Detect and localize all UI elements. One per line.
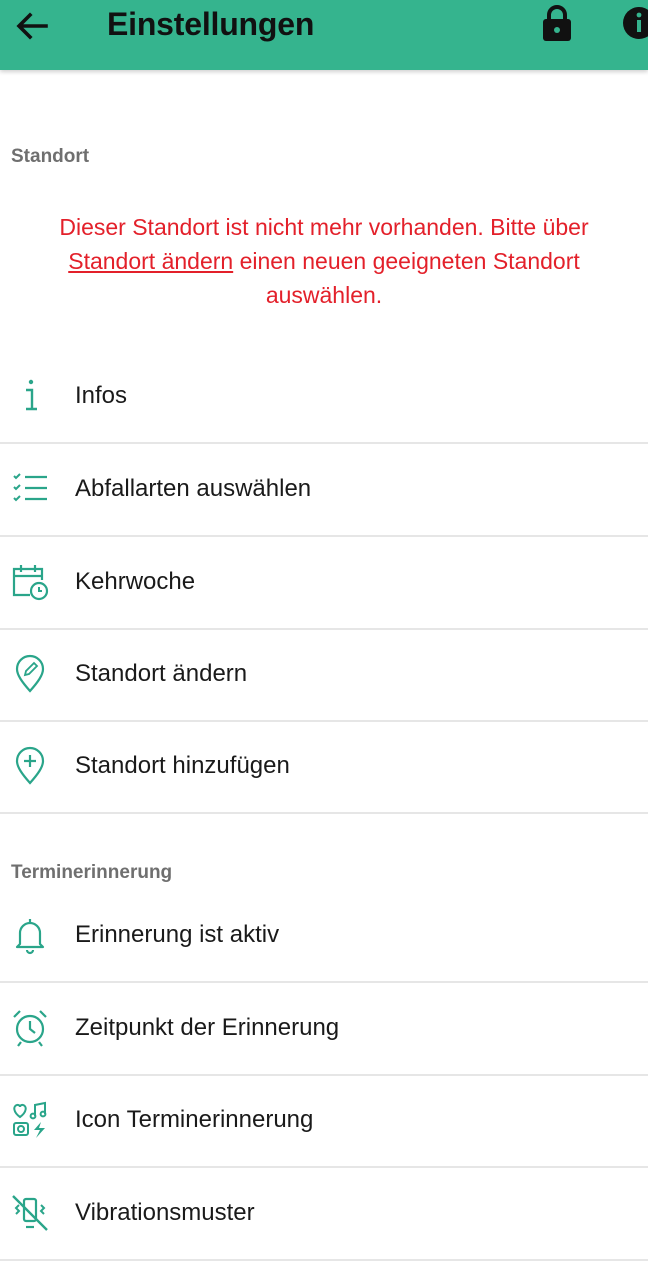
settings-item-standort-aendern[interactable]: Standort ändern <box>0 628 648 722</box>
settings-item-erinnerung-aktiv[interactable]: Erinnerung ist aktiv <box>0 889 648 983</box>
app-bar: Einstellungen <box>0 0 648 70</box>
settings-item-label: Zeitpunkt der Erinnerung <box>75 1014 340 1041</box>
warning-text-before: Dieser Standort ist nicht mehr vorhanden… <box>59 214 589 240</box>
info-circle-icon[interactable] <box>622 6 648 40</box>
page-title: Einstellungen <box>107 6 315 42</box>
bell-icon <box>10 915 50 955</box>
vibration-off-icon <box>10 1193 50 1233</box>
location-edit-icon <box>10 654 50 694</box>
settings-item-label: Standort ändern <box>75 660 248 687</box>
warning-text-after: einen neuen geeigneten Standort auswähle… <box>233 248 580 308</box>
back-arrow-icon[interactable] <box>14 8 50 44</box>
settings-item-label: Icon Terminerinnerung <box>75 1106 314 1133</box>
calendar-clock-icon <box>10 562 50 602</box>
section-header-terminerinnerung: Terminerinnerung <box>11 862 173 883</box>
settings-item-icon-terminerinnerung[interactable]: Icon Terminerinnerung <box>0 1074 648 1168</box>
alarm-clock-icon <box>10 1008 50 1048</box>
location-add-icon <box>10 746 50 786</box>
settings-item-label: Erinnerung ist aktiv <box>75 921 280 948</box>
settings-item-label: Abfallarten auswählen <box>75 475 312 502</box>
settings-item-standort-hinzufuegen[interactable]: Standort hinzufügen <box>0 720 648 814</box>
location-warning-message: Dieser Standort ist nicht mehr vorhanden… <box>20 210 628 312</box>
settings-item-label: Kehrwoche <box>75 568 196 595</box>
change-location-link[interactable]: Standort ändern <box>68 248 233 274</box>
section-header-standort: Standort <box>11 146 90 167</box>
lock-icon[interactable] <box>540 4 574 42</box>
settings-item-label: Infos <box>75 382 128 409</box>
settings-item-label: Vibrationsmuster <box>75 1199 255 1226</box>
settings-item-abfallarten[interactable]: Abfallarten auswählen <box>0 443 648 537</box>
info-icon <box>10 376 50 416</box>
settings-item-label: Standort hinzufügen <box>75 752 290 779</box>
icons-collection-icon <box>10 1100 50 1140</box>
checklist-icon <box>10 469 50 509</box>
settings-item-infos[interactable]: Infos <box>0 350 648 444</box>
settings-item-zeitpunkt[interactable]: Zeitpunkt der Erinnerung <box>0 982 648 1076</box>
settings-item-kehrwoche[interactable]: Kehrwoche <box>0 536 648 630</box>
settings-item-vibrationsmuster[interactable]: Vibrationsmuster <box>0 1167 648 1261</box>
